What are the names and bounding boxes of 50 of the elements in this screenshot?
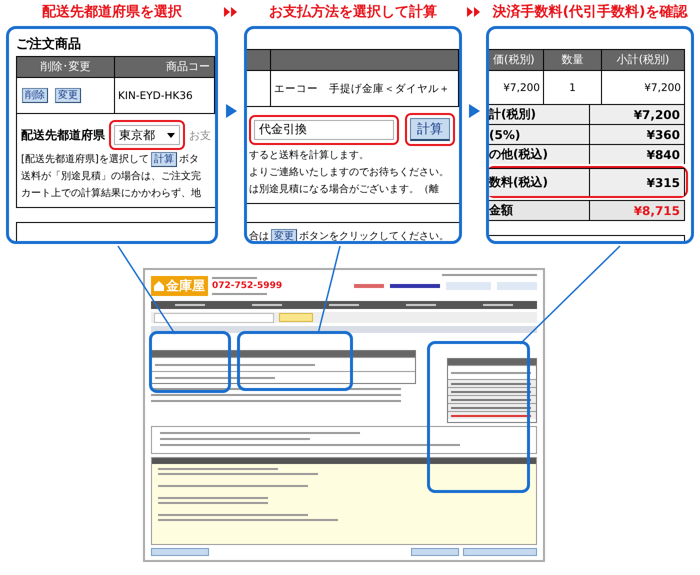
arrow-icon [226, 104, 236, 118]
step-heading: 配送先都道府県を選択 [42, 4, 182, 22]
dropdown-caret-icon [167, 132, 175, 138]
text-line [212, 292, 267, 295]
field-label: お支 [189, 128, 211, 142]
double-arrow-icon [224, 7, 238, 17]
change-button[interactable]: 変更 [55, 88, 81, 103]
delete-button[interactable]: 削除 [22, 88, 48, 103]
help-text: カート上での計算結果にかかわらず、地 [21, 186, 202, 201]
column-header: 小計(税別) [602, 50, 685, 70]
help-text: すると送料を計算します。 [249, 148, 370, 163]
help-text: 送料が「別途見積」の場合は、ご注文完 [21, 170, 202, 184]
step-heading: お支払方法を選択して計算 [269, 4, 437, 22]
summary-label: の他(税込) [489, 145, 590, 164]
column-header: 価(税別) [489, 50, 544, 70]
help-text: ボタンをクリックしてください。 [299, 230, 449, 241]
step-heading: 決済手数料(代引手数料)を確認 [492, 4, 688, 22]
change-button[interactable]: 変更 [271, 229, 297, 241]
text-line [328, 304, 359, 306]
house-icon [154, 280, 164, 291]
payment-select[interactable]: 代金引換 [254, 120, 394, 140]
help-text: ボタ [178, 153, 199, 167]
help-text: は別途見積になる場合がございます。（離 [249, 182, 440, 197]
calculate-button[interactable]: 計算 [150, 152, 177, 167]
logo: 金庫屋 [151, 276, 208, 296]
table-cell: エーコー 手提げ金庫＜ダイヤル＋ [271, 71, 459, 106]
summary-label: 数料(税込) [489, 169, 590, 196]
calculate-button[interactable]: 計算 [410, 118, 450, 141]
summary-value: ¥8,715 [590, 201, 685, 220]
text-line [406, 304, 436, 306]
summary-value: ¥840 [590, 145, 685, 164]
section-title: ご注文商品 [16, 36, 82, 53]
column-header: 商品コー [115, 57, 215, 77]
column-header: 数量 [544, 50, 602, 70]
text-line [174, 304, 205, 306]
summary-value: ¥315 [590, 169, 685, 196]
text-line [212, 276, 257, 279]
field-label: 配送先都道府県 [21, 126, 105, 144]
double-arrow-icon [467, 7, 481, 17]
arrow-icon [468, 104, 480, 118]
table-cell: KIN-EYD-HK36 [115, 78, 215, 113]
help-text: [配送先都道府県]を選択して [21, 152, 149, 167]
help-text: よりご連絡いたしますのでお待ちください。 [249, 166, 450, 180]
help-text: 合は [249, 230, 269, 241]
text-line [483, 304, 514, 306]
column-header: 削除･変更 [17, 57, 115, 77]
text-line [252, 304, 282, 306]
summary-label: 金額 [489, 201, 590, 220]
prefecture-select[interactable]: 東京都 [114, 125, 180, 145]
phone-number: 072-752-5999 [212, 280, 282, 291]
